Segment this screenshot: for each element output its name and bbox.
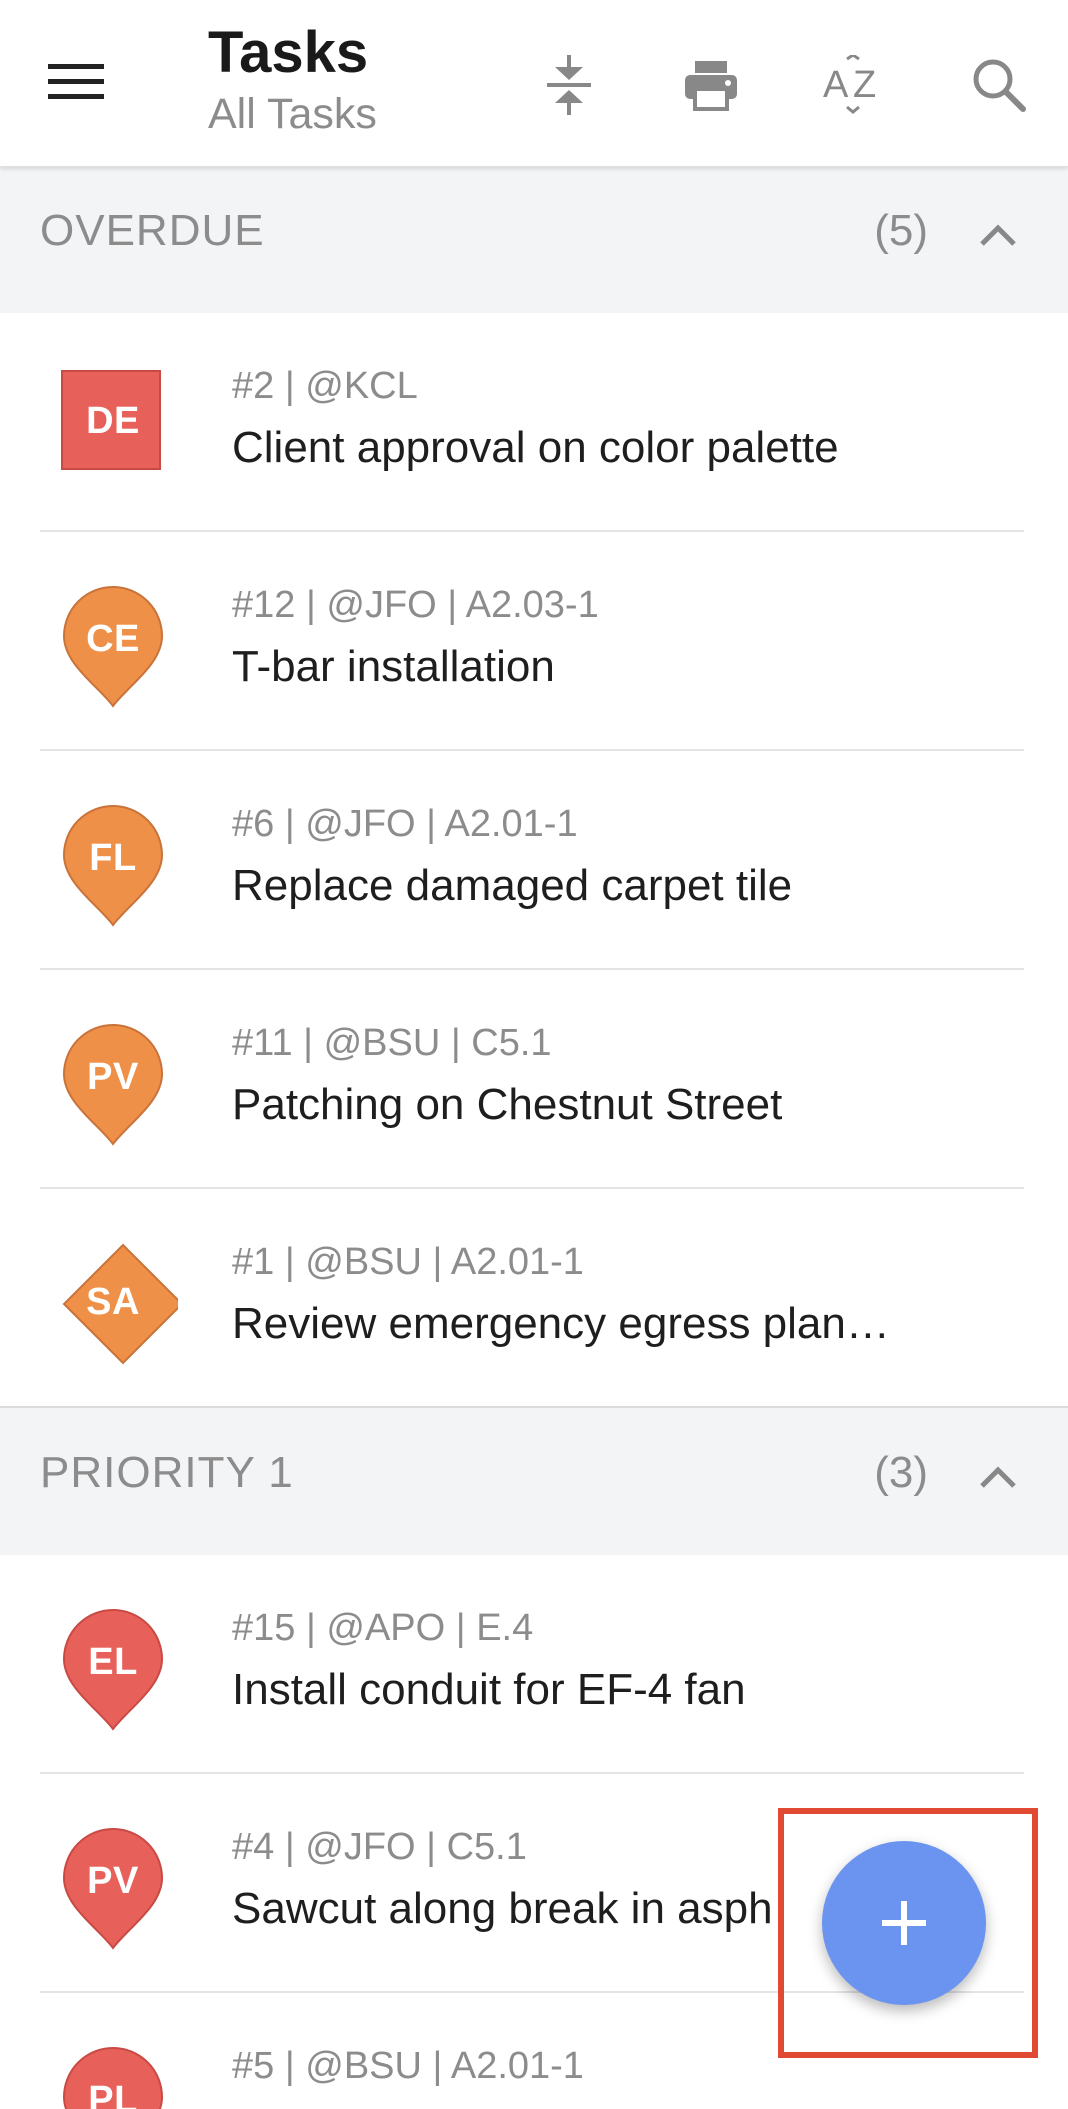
task-row[interactable]: CE #12 | @JFO | A2.03-1 T-bar installati…	[0, 532, 1068, 751]
task-title: Client approval on color palette	[232, 423, 839, 472]
print-icon	[685, 61, 737, 111]
task-row[interactable]: PV #11 | @BSU | C5.1 Patching on Chestnu…	[0, 970, 1068, 1189]
task-meta: #4 | @JFO | C5.1	[232, 1826, 527, 1868]
sort-az-icon: A Z	[823, 55, 876, 114]
task-title: Review emergency egress plan…	[232, 1299, 890, 1348]
task-title: Sawcut along break in asph	[232, 1884, 773, 1933]
menu-icon	[48, 64, 104, 99]
page-title: Tasks	[208, 20, 369, 85]
section-header-overdue[interactable]: OVERDUE (5)	[0, 164, 1068, 315]
marker-initials: DE	[86, 400, 140, 442]
marker-initials: EL	[88, 1641, 138, 1683]
task-meta: #5 | @BSU | A2.01-1	[232, 2045, 584, 2087]
marker-initials: FL	[89, 837, 137, 879]
menu-button[interactable]	[30, 42, 122, 122]
task-title: T-bar installation	[232, 642, 555, 691]
task-row[interactable]: DE #2 | @KCL Client approval on color pa…	[0, 313, 1068, 532]
task-meta: #2 | @KCL	[232, 365, 418, 407]
chevron-up-icon[interactable]	[968, 210, 1028, 260]
app-bar: Tasks All Tasks A Z	[0, 0, 1068, 167]
print-button[interactable]	[666, 42, 756, 128]
task-row[interactable]: EL #15 | @APO | E.4 Install conduit for …	[0, 1555, 1068, 1774]
search-icon	[973, 59, 1026, 112]
page-subtitle: All Tasks	[208, 90, 377, 138]
chevron-up-icon[interactable]	[968, 1452, 1028, 1502]
marker-initials: SA	[86, 1281, 140, 1323]
collapse-icon	[547, 55, 591, 115]
task-meta: #1 | @BSU | A2.01-1	[232, 1241, 584, 1283]
section-count: (3)	[874, 1448, 928, 1497]
task-title: Patching on Chestnut Street	[232, 1080, 783, 1129]
section-label: OVERDUE	[40, 206, 265, 255]
section-count: (5)	[874, 206, 928, 255]
highlight-box	[778, 1808, 1038, 2058]
task-row[interactable]: FL #6 | @JFO | A2.01-1 Replace damaged c…	[0, 751, 1068, 970]
marker-initials: PV	[87, 1860, 139, 1902]
section-label: PRIORITY 1	[40, 1448, 294, 1497]
marker-initials: PL	[88, 2079, 138, 2109]
task-meta: #15 | @APO | E.4	[232, 1607, 534, 1649]
marker-initials: CE	[86, 618, 140, 660]
sort-button[interactable]: A Z	[810, 42, 900, 128]
task-row[interactable]: SA #1 | @BSU | A2.01-1 Review emergency …	[0, 1189, 1068, 1408]
task-title: Install conduit for EF-4 fan	[232, 1665, 746, 1714]
task-meta: #12 | @JFO | A2.03-1	[232, 584, 599, 626]
marker-initials: PV	[87, 1056, 139, 1098]
svg-text:Z: Z	[853, 64, 876, 106]
task-meta: #11 | @BSU | C5.1	[232, 1022, 552, 1064]
svg-text:A: A	[823, 64, 849, 106]
task-title: Replace damaged carpet tile	[232, 861, 793, 910]
task-meta: #6 | @JFO | A2.01-1	[232, 803, 578, 845]
collapse-all-button[interactable]	[524, 42, 614, 128]
title-block: Tasks All Tasks	[208, 18, 377, 140]
search-button[interactable]	[954, 42, 1044, 128]
section-header-priority-1[interactable]: PRIORITY 1 (3)	[0, 1406, 1068, 1557]
